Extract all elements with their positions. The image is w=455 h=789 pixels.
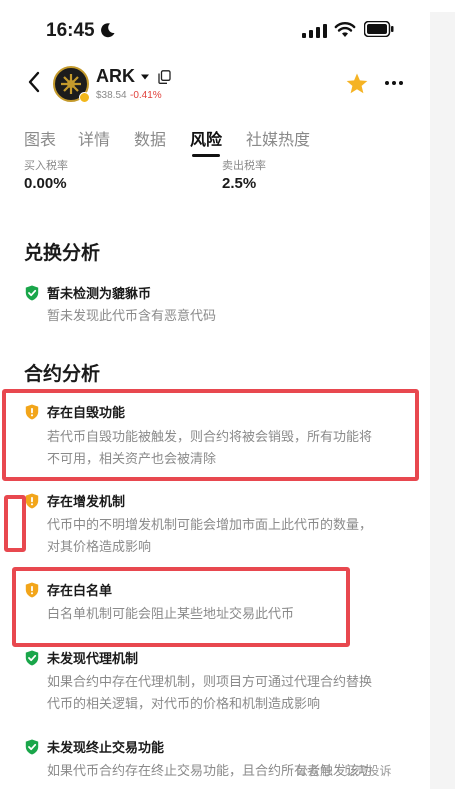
tab-social[interactable]: 社媒热度 xyxy=(246,126,310,150)
moon-icon xyxy=(101,23,115,38)
sell-tax-value: 2.5% xyxy=(222,175,257,192)
tab-details[interactable]: 详情 xyxy=(78,126,110,150)
buy-tax-value: 0.00% xyxy=(24,175,67,192)
shield-warning-icon xyxy=(25,493,39,509)
sell-tax-label: 卖出税率 xyxy=(222,159,266,172)
token-name[interactable]: ARK xyxy=(96,66,135,87)
contract-item-desc: 如果合约中存在代理机制，则项目方可通过代理合约替换 代币的相关逻辑，对代币的价格… xyxy=(47,675,373,712)
tab-data[interactable]: 数据 xyxy=(134,126,166,150)
highlight-box-mint xyxy=(4,495,26,552)
signal-icon xyxy=(302,24,327,38)
exchange-item-title: 暂未检测为貔貅币 xyxy=(47,287,152,302)
contract-item-desc: 代币中的不明增发机制可能会增加市面上此代币的数量， 对其价格造成影响 xyxy=(47,518,373,555)
shield-check-icon xyxy=(25,285,39,301)
copy-icon[interactable] xyxy=(158,70,171,84)
chain-badge-icon xyxy=(79,92,90,103)
contract-analysis-title: 合约分析 xyxy=(24,363,101,385)
status-bar: 16:45 xyxy=(0,0,455,56)
highlight-box-self-destruct xyxy=(2,389,419,481)
shield-check-icon xyxy=(25,650,39,666)
highlight-box-whitelist xyxy=(12,567,350,647)
wifi-icon xyxy=(334,22,356,37)
contract-item-title: 未发现终止交易功能 xyxy=(47,741,165,756)
battery-icon xyxy=(364,21,394,37)
exchange-item-desc: 暂未发现此代币含有恶意代码 xyxy=(47,309,217,324)
back-icon[interactable] xyxy=(24,60,46,104)
contract-item-title: 存在增发机制 xyxy=(47,495,126,510)
token-price: $38.54 xyxy=(96,90,127,101)
contract-item-title: 未发现代理机制 xyxy=(47,652,139,667)
watermark: 公众号 · 贝壳投诉 xyxy=(296,764,392,778)
star-icon[interactable] xyxy=(345,72,369,96)
price-change: -0.41% xyxy=(130,90,162,101)
tab-risk[interactable]: 风险 xyxy=(190,126,222,150)
buy-tax-label: 买入税率 xyxy=(24,159,68,172)
caret-down-icon[interactable] xyxy=(140,73,150,81)
exchange-analysis-title: 兑换分析 xyxy=(24,242,101,264)
tab-active-indicator xyxy=(192,154,220,157)
tab-chart[interactable]: 图表 xyxy=(24,126,56,150)
more-icon[interactable] xyxy=(384,80,404,86)
tab-bar: 图表 详情 数据 风险 社媒热度 xyxy=(0,122,455,160)
status-time: 16:45 xyxy=(46,20,95,41)
shield-check-icon xyxy=(25,739,39,755)
